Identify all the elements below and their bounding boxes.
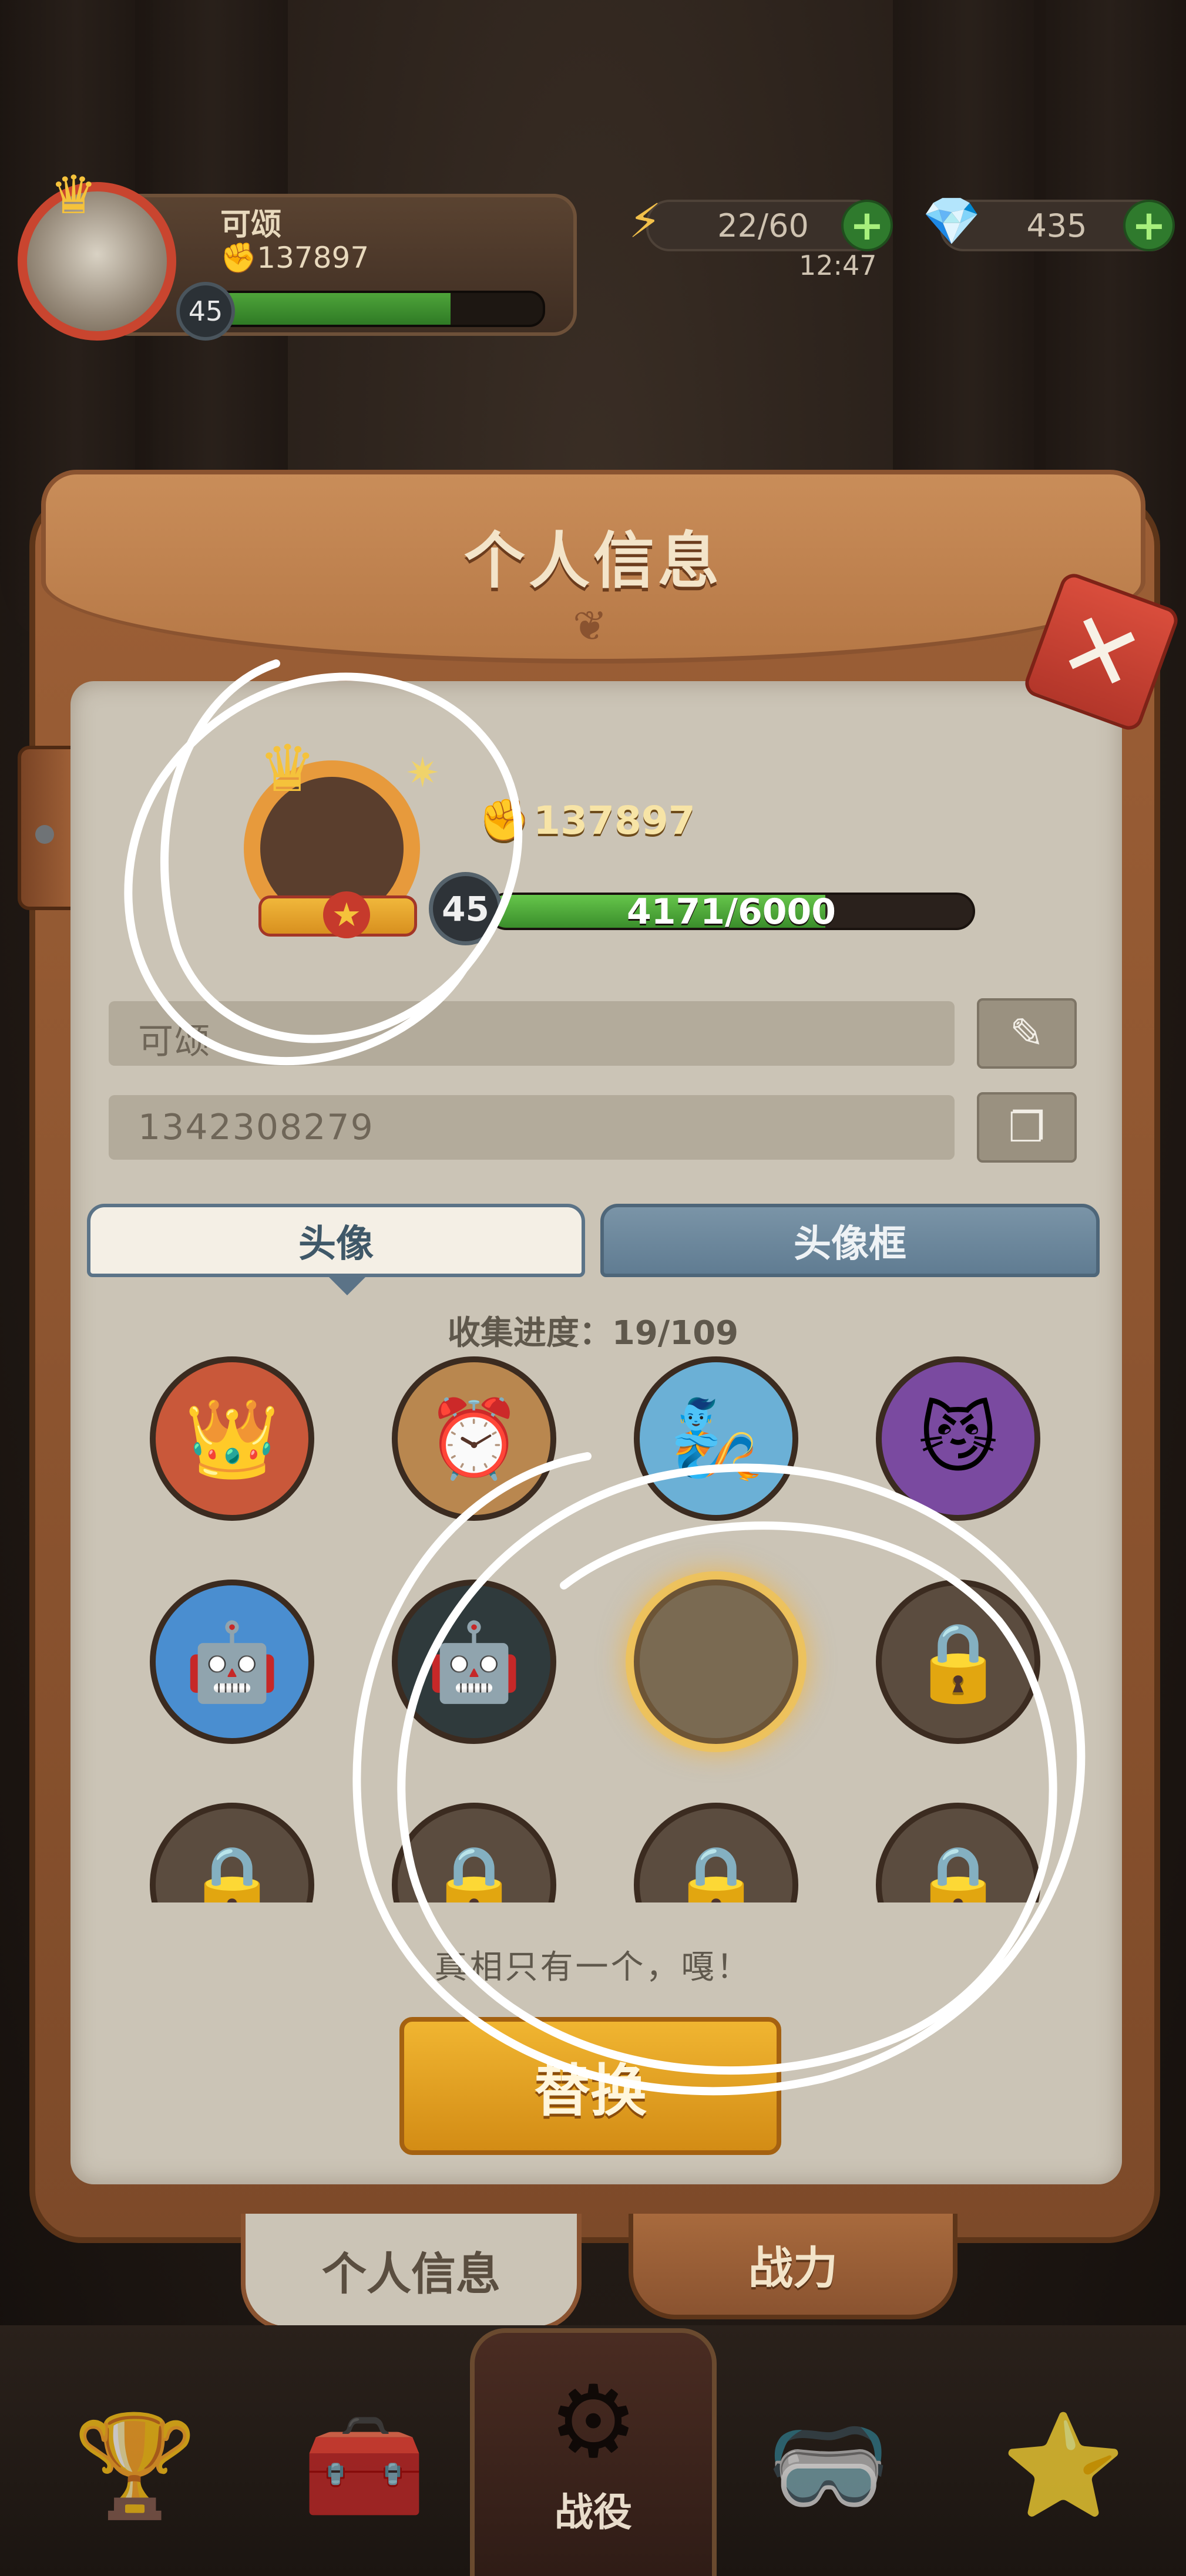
- fist-icon: ✊: [479, 796, 530, 844]
- panel-title-banner: 个人信息 ❦: [41, 470, 1145, 693]
- name-field: 可颂: [109, 1001, 955, 1066]
- avatar-description: 真相只有一个，嘎！: [434, 1948, 752, 1986]
- avatar-selected-empty[interactable]: [634, 1580, 798, 1744]
- lock-icon: 🔒: [426, 1840, 522, 1903]
- nav-goggles-icon[interactable]: 🥽: [740, 2378, 916, 2554]
- lock-icon: 🔒: [911, 1617, 1006, 1706]
- lightning-icon: ⚡: [629, 194, 662, 248]
- tab-avatar[interactable]: 头像: [87, 1204, 585, 1277]
- avatar-locked[interactable]: 🔒: [634, 1803, 798, 1902]
- nav-battle-label: 战役: [555, 2490, 632, 2535]
- avatar-portrait-icon: 🧞: [668, 1393, 764, 1483]
- crown-icon: ♛: [50, 164, 98, 226]
- avatar-portrait-icon: ⏰: [426, 1393, 522, 1483]
- fist-icon: ✊: [220, 241, 257, 275]
- nav-chest-icon[interactable]: 🧰: [276, 2378, 452, 2554]
- id-value: 1342308279: [138, 1107, 374, 1148]
- lock-icon: 🔒: [911, 1840, 1006, 1903]
- collection-progress: 收集进度：19/109: [447, 1314, 739, 1352]
- edit-icon: ✎: [1009, 1009, 1044, 1058]
- avatar-blue-genie[interactable]: 🧞: [634, 1356, 798, 1521]
- star-icon: ★: [323, 891, 370, 938]
- avatar-locked[interactable]: 🔒: [876, 1580, 1040, 1744]
- panel-tab-personal-info[interactable]: 个人信息: [241, 2214, 582, 2331]
- avatar-green-robot[interactable]: 🤖: [392, 1580, 556, 1744]
- profile-exp-text: 4171/6000: [627, 891, 836, 932]
- tab-avatar-frame[interactable]: 头像框: [600, 1204, 1100, 1277]
- copy-icon: ❐: [1008, 1103, 1046, 1151]
- add-gems-button[interactable]: +: [1123, 200, 1175, 251]
- hinge-dot: [35, 825, 54, 844]
- lock-icon: 🔒: [668, 1840, 764, 1903]
- profile-avatar[interactable]: ♛ ✷ ★: [235, 731, 446, 960]
- avatar-locked[interactable]: 🔒: [876, 1803, 1040, 1902]
- energy-timer: 12:47: [799, 250, 877, 281]
- copy-id-button[interactable]: ❐: [977, 1092, 1077, 1163]
- nav-shop-icon[interactable]: ⭐: [975, 2378, 1151, 2554]
- add-energy-button[interactable]: +: [841, 200, 893, 251]
- player-power: ✊137897: [220, 241, 369, 275]
- nav-treasure-icon[interactable]: 🏆: [47, 2378, 223, 2554]
- close-icon: ✕: [1046, 587, 1157, 717]
- panel-title: 个人信息: [463, 525, 723, 597]
- avatar-locked[interactable]: 🔒: [150, 1803, 314, 1902]
- player-hud[interactable]: ♛ 可颂 ✊137897 45: [18, 164, 577, 341]
- replace-button[interactable]: 替换: [399, 2017, 781, 2155]
- avatar-portrait-icon: 👑: [184, 1393, 280, 1483]
- profile-power: ✊137897: [479, 796, 696, 844]
- player-level-badge: 45: [176, 282, 235, 341]
- profile-level-badge: 45: [429, 872, 502, 945]
- player-exp-fill: [214, 293, 451, 325]
- gem-counter: 435 💎 +: [922, 194, 1175, 252]
- player-exp-bar: [211, 291, 545, 327]
- crown-icon: ♛: [258, 731, 317, 806]
- avatar-grid: 👑 ⏰ 🧞 😼 🤖 🤖 🔒 🔒 🔒 🔒 🔒: [109, 1351, 1078, 1902]
- avatar-locked[interactable]: 🔒: [392, 1803, 556, 1902]
- avatar-purple-cat[interactable]: 😼: [876, 1356, 1040, 1521]
- avatar-portrait-icon: 🤖: [184, 1617, 280, 1706]
- avatar-king-angry[interactable]: 👑: [150, 1356, 314, 1521]
- name-value: 可颂: [138, 1021, 211, 1062]
- emblem-icon: ❦: [573, 602, 607, 650]
- profile-power-value: 137897: [533, 798, 696, 843]
- tab-pointer: [326, 1274, 368, 1295]
- lock-icon: 🔒: [184, 1840, 280, 1903]
- energy-counter: 22/60 ⚡ +: [629, 194, 893, 252]
- avatar-blue-robot[interactable]: 🤖: [150, 1580, 314, 1744]
- player-power-value: 137897: [257, 241, 369, 275]
- avatar-clock-butler[interactable]: ⏰: [392, 1356, 556, 1521]
- panel-tab-power[interactable]: 战力: [629, 2214, 957, 2319]
- avatar-portrait-icon: 😼: [918, 1394, 998, 1483]
- diamond-icon: 💎: [922, 194, 981, 248]
- edit-name-button[interactable]: ✎: [977, 998, 1077, 1069]
- id-field: 1342308279: [109, 1095, 955, 1160]
- avatar-portrait-icon: 🤖: [426, 1617, 522, 1706]
- player-name: 可颂: [220, 207, 282, 243]
- sparkle-icon: ✷: [405, 749, 440, 797]
